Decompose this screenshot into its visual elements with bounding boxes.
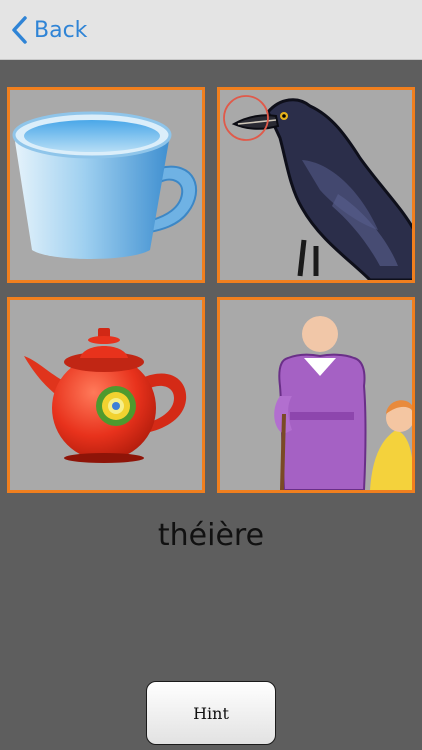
navigation-bar: Back [0,0,422,60]
teapot-image [24,328,187,463]
back-label: Back [34,17,88,43]
picture-tile-cup[interactable] [7,87,205,283]
picture-tile-teapot[interactable] [7,297,205,493]
grandmother-image [274,314,412,490]
chevron-left-icon [12,16,27,44]
cup-image [12,111,198,259]
picture-tile-crow[interactable] [217,87,415,283]
back-button[interactable]: Back [10,14,87,46]
prompt-word: théière [157,518,265,553]
hint-button[interactable]: Hint [146,681,276,745]
crow-image [223,95,412,280]
picture-tile-grandmother[interactable] [217,297,415,493]
